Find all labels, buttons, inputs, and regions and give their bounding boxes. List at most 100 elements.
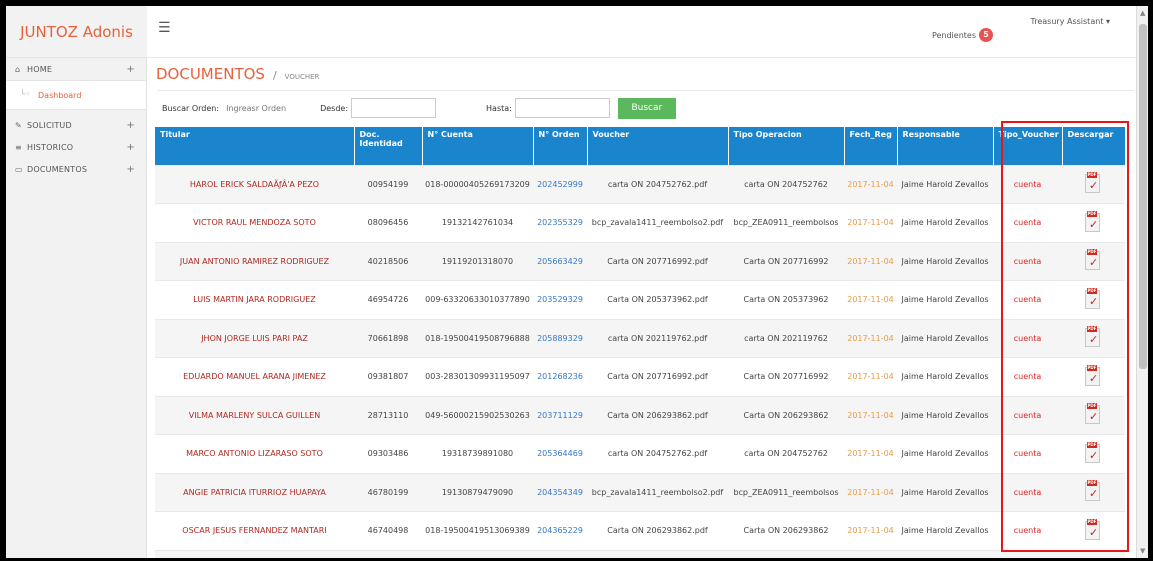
tipo-operacion-cell: Carta ON 207716992 (728, 241, 844, 281)
pendientes-link[interactable]: Pendientes 5 (932, 28, 993, 42)
highlight-box (1001, 121, 1129, 552)
fecha-cell: 2017-11-04 (844, 280, 897, 319)
top-bar: ☰ Pendientes 5 Treasury Assistant ▾ (147, 6, 1136, 58)
scroll-down-icon[interactable]: ▼ (1140, 547, 1145, 555)
cuenta-cell: 018-19500419513069389 (422, 511, 533, 550)
cuenta-cell: 018-19500419508796888 (422, 318, 533, 358)
menu-toggle-icon[interactable]: ☰ (158, 20, 171, 36)
table-row: OSCAR JESUS FERNANDEZ MANTARI 46740498 018… (155, 511, 1125, 550)
titular-cell: VILMA MARLENY SULCA GUILLEN (155, 395, 354, 435)
titular-cell: JUAN ANTONIO RAMIREZ RODRIGUEZ (155, 241, 354, 281)
cuenta-cell: 19318739891080 (422, 434, 533, 473)
column-header[interactable]: N° Orden (533, 127, 588, 165)
sidebar-item-label: HOME (27, 64, 53, 74)
notification-badge: 5 (979, 28, 993, 42)
doc-identidad-cell: 09381807 (354, 357, 422, 396)
filter-bar: Buscar Orden: Desde: Hasta: Buscar (157, 90, 1134, 125)
hasta-date-input[interactable] (514, 98, 610, 118)
table-row: WALTER SEBASTIAN HIDALGO77502863003-2018… (155, 549, 1125, 558)
table-row: LUIS MARTIN JARA RODRIGUEZ 46954726 009-63… (155, 280, 1125, 319)
orden-cell[interactable]: 202452999 (533, 164, 587, 204)
scroll-up-icon[interactable]: ▲ (1140, 9, 1145, 17)
column-header[interactable]: Fech_Reg (844, 127, 898, 165)
orden-cell[interactable]: 203529329 (533, 280, 587, 319)
voucher-cell: carta ON 204752762.pdf (587, 164, 728, 204)
orden-cell[interactable]: 202355329 (533, 203, 587, 242)
tipo-operacion-cell: Carta ON 206293862 (728, 511, 844, 550)
orden-cell[interactable]: 205889329 (533, 318, 587, 358)
voucher-cell: bcp_zavala1411_reembolso2.pdf (587, 472, 728, 512)
fecha-cell: 2017-11-04 (844, 395, 897, 435)
breadcrumb-separator: / (272, 69, 277, 82)
breadcrumb: VOUCHER (284, 73, 320, 81)
titular-cell: VICTOR RAUL MENDOZA SOTO (155, 203, 354, 242)
doc-identidad-cell: 77502863 (354, 549, 422, 558)
sidebar-item-solicitud[interactable]: ✎ SOLICITUD + (6, 114, 146, 136)
cuenta-cell: 19132142761034 (422, 203, 533, 242)
fecha-cell: 2017-11-04 (844, 318, 897, 358)
voucher-cell: bcp_zavala1411_reembolso2.pdf (587, 203, 728, 242)
orden-cell[interactable]: 201268236 (533, 357, 587, 396)
fecha-cell: 2017-11-04 (844, 164, 897, 204)
vertical-scrollbar[interactable]: ▲ ▼ (1136, 6, 1148, 558)
folder-icon: ▭ (15, 164, 23, 174)
sidebar-item-historico[interactable]: ≡ HISTORICO + (6, 136, 146, 158)
titular-cell: HAROL ERICK SALDAÃƒÂ'A PEZO (155, 164, 354, 204)
page-title: DOCUMENTOS (156, 65, 265, 83)
orden-cell[interactable]: 203711129 (533, 395, 587, 435)
buscar-button[interactable]: Buscar (617, 97, 676, 119)
table-row: EDUARDO MANUEL ARANA JIMENEZ 09381807 003-… (155, 357, 1125, 396)
sidebar-item-label: Dashboard (38, 90, 82, 100)
tipo-operacion-cell: carta ON 204752762 (728, 164, 844, 204)
doc-identidad-cell: 46954726 (354, 280, 422, 319)
sidebar-item-dashboard[interactable]: └◦ Dashboard (6, 80, 146, 110)
cuenta-cell: 018-00000405269173209 (422, 164, 533, 204)
column-header[interactable]: Responsable (897, 127, 994, 165)
table-row: VICTOR RAUL MENDOZA SOTO 08096456 19132142… (155, 203, 1125, 242)
column-header[interactable]: Voucher (587, 127, 729, 165)
orden-cell[interactable]: 204354349 (533, 472, 587, 512)
column-header[interactable]: Tipo Operacion (728, 127, 845, 165)
doc-identidad-cell: 46740498 (354, 511, 422, 550)
sidebar-item-home[interactable]: ⌂ HOME + (6, 58, 146, 80)
column-header[interactable]: N° Cuenta (422, 127, 534, 165)
titular-cell: OSCAR JESUS FERNANDEZ MANTARI (155, 511, 354, 550)
scrollbar-thumb[interactable] (1139, 24, 1147, 369)
responsable-cell: Jaime Harold Zevallos (897, 318, 993, 358)
voucher-cell: Carta ON 206293862.pdf (587, 511, 728, 550)
column-header[interactable]: Doc. Identidad (354, 127, 423, 165)
orden-cell[interactable]: 201841269 (533, 549, 587, 558)
buscar-label: Buscar Orden: (162, 103, 220, 113)
responsable-cell: Jaime Harold Zevallos (897, 511, 993, 550)
orden-cell[interactable]: 205364469 (533, 434, 587, 473)
user-menu[interactable]: Treasury Assistant ▾ (1031, 17, 1110, 26)
responsable-cell: Jaime Harold Zevallos (897, 280, 993, 319)
sidebar-item-documentos[interactable]: ▭ DOCUMENTOS + (6, 158, 146, 180)
cuenta-cell: 003-28301309931195097 (422, 357, 533, 396)
tipo-operacion-cell: carta ON 202119762 (728, 318, 844, 358)
brand-logo[interactable]: JUNTOZ Adonis (6, 6, 147, 58)
voucher-table: Titular Doc. Identidad N° Cuenta N° Orde… (155, 127, 1126, 558)
titular-cell: WALTER SEBASTIAN HIDALGO (155, 549, 354, 558)
expand-icon[interactable]: + (126, 64, 135, 75)
expand-icon[interactable]: + (126, 164, 135, 175)
cuenta-cell: 19130879479090 (422, 472, 533, 512)
desde-date-input[interactable] (351, 98, 437, 118)
table-row: MARCO ANTONIO LIZARASO SOTO 09303486 19318… (155, 434, 1125, 473)
cuenta-cell: 049-56000215902530263 (422, 395, 533, 435)
tipo-operacion-cell: Carta ON 205373962 (728, 549, 844, 558)
doc-identidad-cell: 09303486 (354, 434, 422, 473)
doc-identidad-cell: 40218506 (354, 241, 422, 281)
titular-cell: ANGIE PATRICIA ITURRIOZ HUAPAYA (155, 472, 354, 512)
list-icon: ≡ (15, 142, 22, 152)
tipo-operacion-cell: Carta ON 206293862 (728, 395, 844, 435)
expand-icon[interactable]: + (126, 120, 135, 131)
order-search-input[interactable] (222, 98, 321, 118)
sidebar-item-label: SOLICITUD (27, 120, 72, 130)
pdf-download-icon[interactable]: PDF✓ (1085, 557, 1102, 558)
orden-cell[interactable]: 204365229 (533, 511, 587, 550)
column-header[interactable]: Titular (155, 127, 355, 165)
orden-cell[interactable]: 205663429 (533, 241, 587, 281)
voucher-cell: Carta ON 205373962.pdf (587, 549, 728, 558)
expand-icon[interactable]: + (126, 142, 135, 153)
